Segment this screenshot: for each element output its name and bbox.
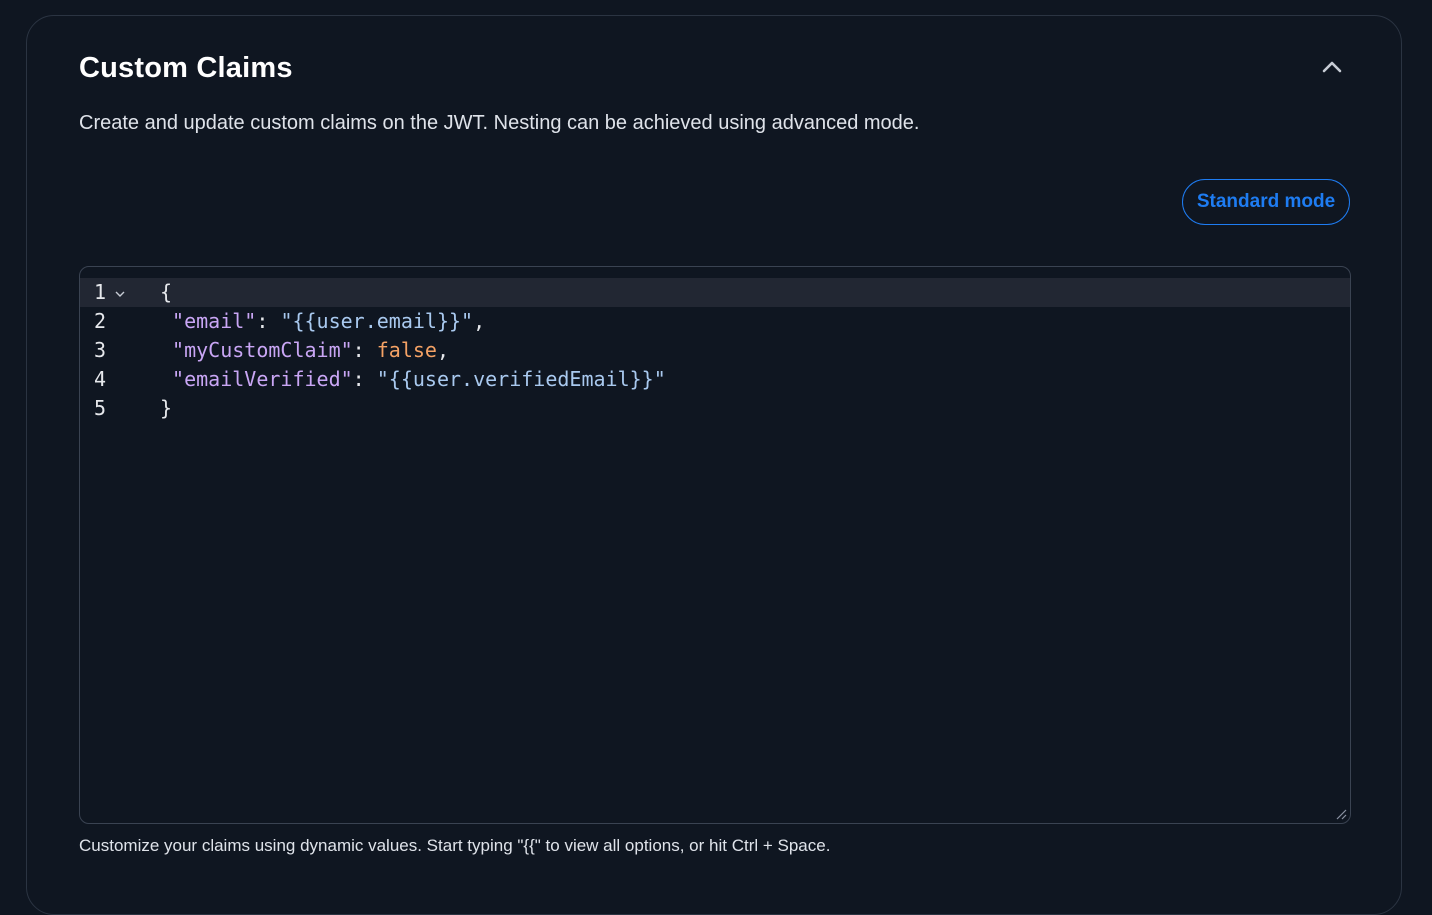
code-content: "email": "{{user.email}}", bbox=[160, 307, 485, 336]
json-value: "{{user.verifiedEmail}}" bbox=[376, 367, 666, 391]
json-key: "myCustomClaim" bbox=[172, 338, 353, 362]
line-number: 4 bbox=[94, 367, 107, 391]
fold-chevron-icon[interactable] bbox=[114, 288, 126, 300]
line-number: 1 bbox=[94, 280, 107, 304]
line-number: 5 bbox=[94, 396, 107, 420]
json-key: "emailVerified" bbox=[172, 367, 353, 391]
line-number: 3 bbox=[94, 338, 107, 362]
standard-mode-button[interactable]: Standard mode bbox=[1182, 179, 1350, 225]
custom-claims-card: Custom Claims Create and update custom c… bbox=[26, 15, 1402, 915]
code-content: } bbox=[160, 394, 172, 423]
json-brace: } bbox=[160, 396, 173, 420]
code-line[interactable]: 4 "emailVerified": "{{user.verifiedEmail… bbox=[80, 365, 1350, 394]
line-number: 2 bbox=[94, 309, 107, 333]
section-title: Custom Claims bbox=[79, 52, 293, 84]
code-content: "emailVerified": "{{user.verifiedEmail}}… bbox=[160, 365, 666, 394]
json-trailing-comma: , bbox=[436, 338, 450, 362]
section-description: Create and update custom claims on the J… bbox=[79, 112, 920, 134]
chevron-up-icon bbox=[1322, 61, 1342, 73]
code-line[interactable]: 1{ bbox=[80, 278, 1350, 307]
json-separator: : bbox=[256, 309, 281, 333]
resize-handle-icon[interactable] bbox=[1335, 808, 1347, 820]
json-value: "{{user.email}}" bbox=[280, 309, 474, 333]
json-separator: : bbox=[352, 338, 377, 362]
editor-hint: Customize your claims using dynamic valu… bbox=[79, 836, 831, 855]
json-separator: : bbox=[352, 367, 377, 391]
json-key: "email" bbox=[172, 309, 257, 333]
code-content: "myCustomClaim": false, bbox=[160, 336, 449, 365]
json-trailing-comma: , bbox=[473, 309, 486, 333]
code-content: { bbox=[160, 278, 172, 307]
code-line[interactable]: 3 "myCustomClaim": false, bbox=[80, 336, 1350, 365]
claims-code-editor[interactable]: 1{2 "email": "{{user.email}}", 3 "myCusto… bbox=[79, 266, 1351, 824]
json-brace: { bbox=[160, 280, 173, 304]
collapse-button[interactable] bbox=[1317, 52, 1347, 82]
code-line[interactable]: 5} bbox=[80, 394, 1350, 423]
code-line[interactable]: 2 "email": "{{user.email}}", bbox=[80, 307, 1350, 336]
json-value: false bbox=[376, 338, 437, 362]
